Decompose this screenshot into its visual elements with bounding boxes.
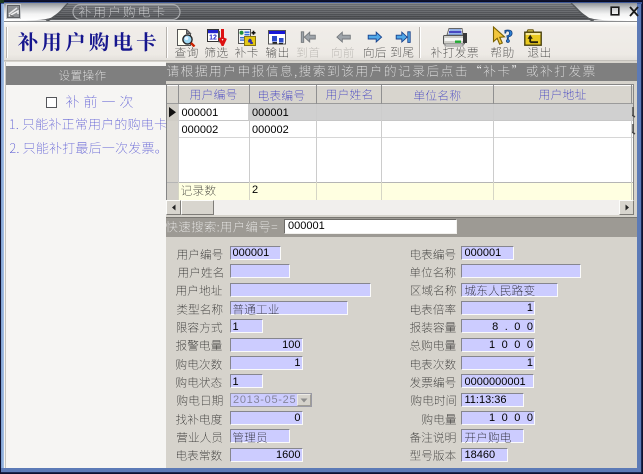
- svg-text:?: ?: [504, 27, 514, 48]
- svg-text:12: 12: [209, 35, 217, 42]
